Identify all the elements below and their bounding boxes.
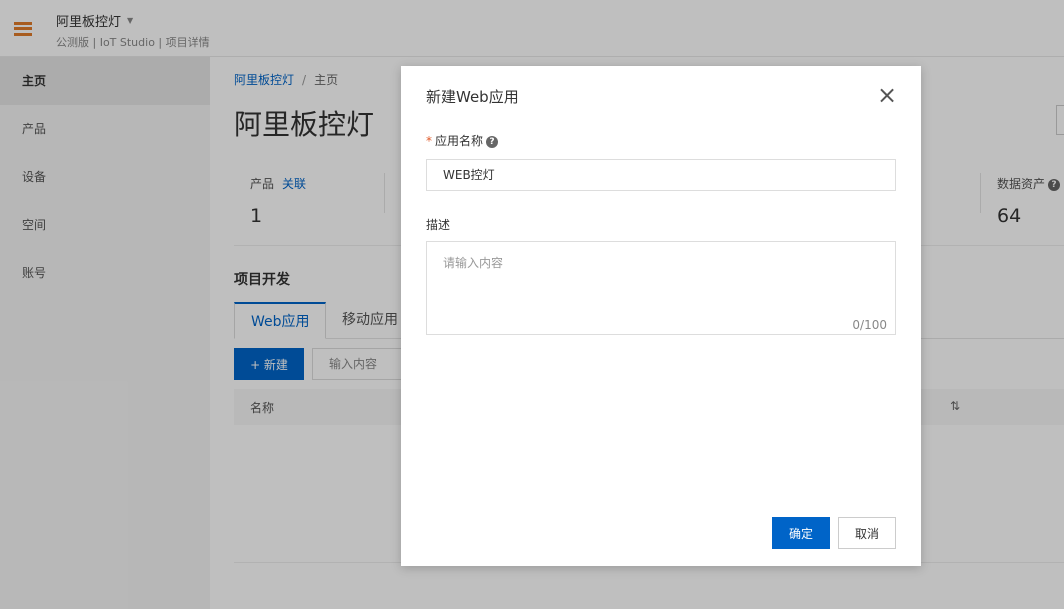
app-name-label-text: 应用名称 — [435, 134, 484, 148]
required-mark: * — [426, 134, 432, 148]
dialog-title: 新建Web应用 — [426, 88, 519, 106]
cancel-button[interactable]: 取消 — [838, 517, 896, 549]
app-name-label: * 应用名称? — [426, 132, 499, 149]
help-icon[interactable]: ? — [486, 135, 499, 148]
app-name-input[interactable]: WEB控灯 — [426, 159, 896, 191]
description-placeholder: 请输入内容 — [443, 256, 504, 270]
char-counter: 0/100 — [852, 318, 887, 332]
confirm-button[interactable]: 确定 — [772, 517, 830, 549]
description-textarea[interactable]: 请输入内容 0/100 — [426, 241, 896, 335]
close-icon[interactable]: × — [876, 83, 898, 107]
new-web-app-dialog: 新建Web应用 × * 应用名称? WEB控灯 描述 请输入内容 0/100 确定… — [401, 66, 921, 566]
description-label: 描述 — [426, 218, 451, 232]
